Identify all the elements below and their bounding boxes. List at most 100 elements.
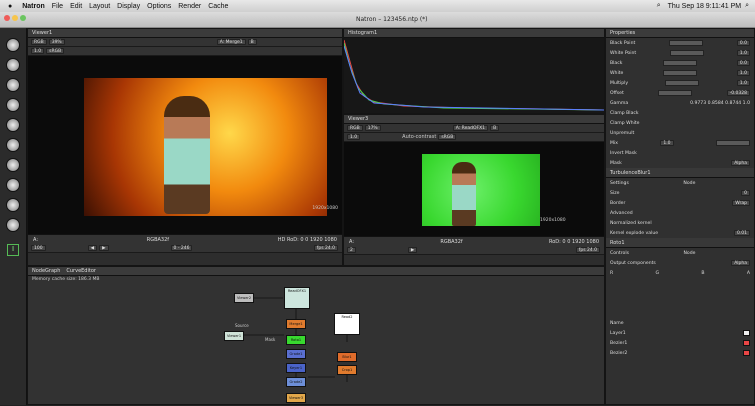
multiply-value[interactable]: 1.0	[736, 80, 750, 86]
misc-tool-icon[interactable]	[6, 218, 20, 232]
viewer3-frame[interactable]: 2	[347, 247, 356, 253]
menu-render[interactable]: Render	[178, 3, 201, 10]
viewer3-input-b[interactable]: B	[490, 125, 500, 131]
viewer3-play-button[interactable]: ▶	[407, 247, 418, 253]
black-point-slider[interactable]	[669, 40, 704, 46]
offset-slider[interactable]	[658, 90, 693, 96]
tab-roto-controls[interactable]: Controls	[610, 251, 629, 256]
viewer1-fps[interactable]: fps 24.0	[313, 245, 338, 251]
layer-row[interactable]: Layer1	[606, 328, 754, 338]
menu-search-icon[interactable]: ⌕	[745, 2, 749, 10]
white-point-slider[interactable]	[669, 50, 704, 56]
mix-slider[interactable]	[715, 140, 750, 146]
keyer-tool-icon[interactable]	[6, 158, 20, 172]
viewer3-tab[interactable]: Viewer3	[344, 115, 604, 124]
app-name[interactable]: Natron	[22, 3, 45, 10]
viewer3-zoom-select[interactable]: 17%	[364, 125, 381, 131]
kernel-explode-value[interactable]: 0.01	[733, 230, 750, 236]
tab-roto-node[interactable]: Node	[684, 251, 696, 256]
play-forward-button[interactable]: ▶	[99, 245, 109, 251]
turbulence-node-header[interactable]: TurbulenceBlur1	[606, 168, 754, 178]
menu-layout[interactable]: Layout	[89, 3, 110, 10]
histogram-tab[interactable]: Histogram1	[344, 29, 604, 38]
bezier1-color-swatch[interactable]	[743, 340, 750, 346]
spotlight-icon[interactable]: ⌕	[657, 2, 661, 10]
channel-tool-icon[interactable]	[6, 98, 20, 112]
time-tool-icon[interactable]	[6, 78, 20, 92]
unpremult-row[interactable]: Unpremult	[606, 128, 754, 138]
viewer3-colorspace[interactable]: sRGB	[438, 134, 457, 140]
viewer3-channel-select[interactable]: RGB	[347, 125, 363, 131]
size-value[interactable]: 0	[741, 190, 750, 196]
bezier-row[interactable]: Bezier1	[606, 338, 754, 348]
check-b[interactable]: B	[701, 271, 704, 276]
border-select[interactable]: Wrap	[732, 200, 750, 206]
color-tool-icon[interactable]	[6, 118, 20, 132]
node-viewer3[interactable]: Viewer3	[286, 393, 306, 403]
node-roto1[interactable]: Roto1	[286, 335, 306, 345]
viewer3-viewport[interactable]: 1920x1080	[344, 142, 604, 236]
node-grade1[interactable]: Grade1	[286, 349, 306, 359]
white-slider[interactable]	[663, 70, 698, 76]
transform-tool-icon[interactable]	[6, 198, 20, 212]
menu-options[interactable]: Options	[147, 3, 171, 10]
viewer1-frame[interactable]: 100	[31, 245, 46, 251]
layer-color-swatch[interactable]	[743, 330, 750, 336]
mix-value[interactable]: 1.0	[660, 140, 674, 146]
menu-display[interactable]: Display	[117, 3, 140, 10]
properties-tab[interactable]: Properties	[606, 29, 754, 38]
node-read2[interactable]: Read2	[334, 313, 360, 335]
viewer3-auto-contrast[interactable]: Auto-contrast	[402, 134, 436, 140]
viewer1-input-a[interactable]: A: Merge1	[216, 39, 246, 45]
viewer3-fps[interactable]: fps 24.0	[575, 247, 600, 253]
play-backward-button[interactable]: ◀	[87, 245, 98, 251]
apple-icon[interactable]: ●	[8, 3, 12, 10]
menu-file[interactable]: File	[52, 3, 63, 10]
viewer1-colorspace[interactable]: sRGB	[46, 48, 65, 54]
menu-cache[interactable]: Cache	[208, 3, 228, 10]
black-value[interactable]: 0.0	[736, 60, 750, 66]
clamp-white-row[interactable]: Clamp White	[606, 118, 754, 128]
turbulence-advanced-row[interactable]: Advanced	[606, 208, 754, 218]
node-viewer1[interactable]: Viewer1	[224, 331, 244, 341]
viewer1-channel-select[interactable]: RGB	[31, 39, 47, 45]
normalized-kernel-row[interactable]: Normalized kernel	[606, 218, 754, 228]
black-slider[interactable]	[662, 60, 697, 66]
viewer1-range[interactable]: 0 - 246	[170, 245, 193, 251]
bezier-row[interactable]: Bezier2	[606, 348, 754, 358]
offset-value[interactable]: -0.0328	[726, 90, 750, 96]
tab-turbulence-settings[interactable]: Settings	[610, 181, 629, 186]
viewer1-zoom-select[interactable]: 39%	[48, 39, 65, 45]
viewer1-tab[interactable]: Viewer1	[28, 29, 342, 38]
output-components-select[interactable]: Alpha	[731, 260, 750, 266]
node-readofx1[interactable]: ReadOFX1	[284, 287, 310, 309]
node-keyer1[interactable]: Keyer1	[286, 363, 306, 373]
tab-turbulence-node[interactable]: Node	[683, 181, 695, 186]
menu-edit[interactable]: Edit	[70, 3, 82, 10]
viewer3-gain[interactable]: 1.0	[347, 134, 361, 140]
node-merge1[interactable]: Merge1	[286, 319, 306, 329]
roto-node-header[interactable]: Roto1	[606, 238, 754, 248]
mask-channel-select[interactable]: Alpha	[731, 160, 750, 166]
minimize-window-button[interactable]	[12, 15, 18, 21]
multiply-slider[interactable]	[665, 80, 700, 86]
bezier2-color-swatch[interactable]	[743, 350, 750, 356]
viewer1-input-b[interactable]: B	[247, 39, 257, 45]
check-g[interactable]: G	[656, 271, 660, 276]
close-window-button[interactable]	[4, 15, 10, 21]
reader-tool-icon[interactable]	[6, 38, 20, 52]
node-crop1[interactable]: Crop1	[337, 365, 357, 375]
white-point-value[interactable]: 1.0	[736, 50, 750, 56]
check-a[interactable]: A	[747, 271, 750, 276]
white-value[interactable]: 1.0	[736, 70, 750, 76]
maximize-window-button[interactable]	[20, 15, 26, 21]
viewer3-input-a[interactable]: A: ReadOFX1	[452, 125, 489, 131]
node-blur1[interactable]: Blur1	[337, 352, 357, 362]
viewer1-gain[interactable]: 1.0	[31, 48, 45, 54]
merge-tool-icon[interactable]	[6, 178, 20, 192]
invert-mask-row[interactable]: Invert Mask	[606, 148, 754, 158]
gamma-rgba-values[interactable]: 0.9773 0.8584 0.8744 1.0	[690, 101, 750, 106]
filter-tool-icon[interactable]	[6, 138, 20, 152]
clamp-black-row[interactable]: Clamp Black	[606, 108, 754, 118]
node-grade2[interactable]: Grade2	[286, 377, 306, 387]
